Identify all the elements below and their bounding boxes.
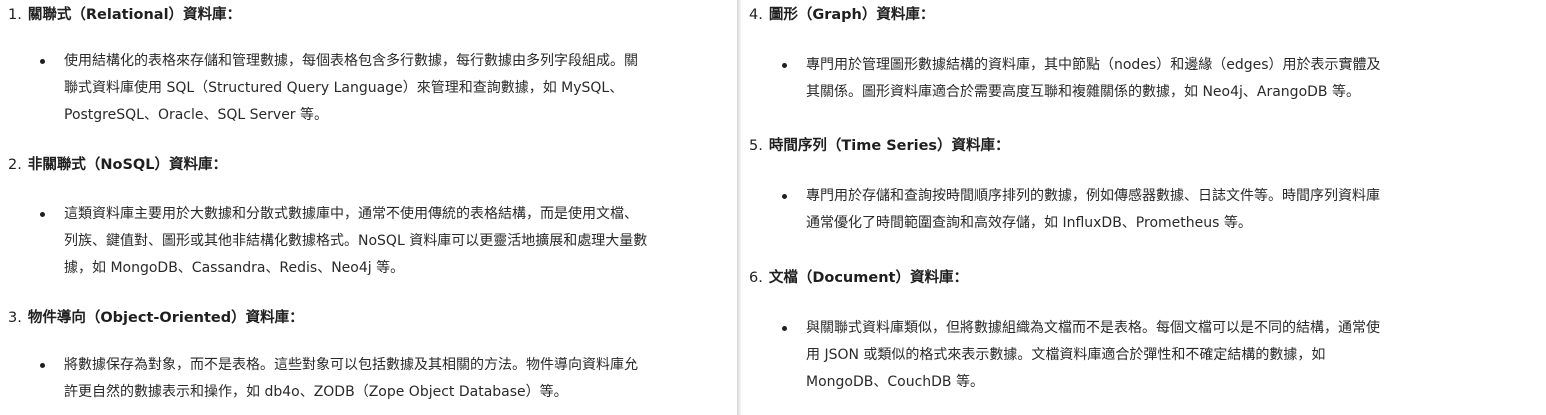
bullet-dot [40, 212, 45, 217]
bullet-line: 專門用於存儲和查詢按時間順序排列的數據，例如傳感器數據、日誌文件等。時間序列資料… [806, 188, 1380, 204]
section-title: 非關聯式（NoSQL）資料庫： [27, 157, 227, 173]
right-panel: 4. 圖形（Graph）資料庫： 專門用於管理圖形數據結構的資料庫，其中節點（no… [741, 0, 1546, 415]
section-title: 圖形（Graph）資料庫： [768, 7, 935, 23]
section-title: 物件導向（Object-Oriented）資料庫： [27, 310, 304, 326]
section-number: 5. [749, 138, 763, 154]
section-heading: 1. 關聯式（Relational）資料庫： [8, 5, 241, 25]
bullet-line: PostgreSQL、Oracle、SQL Server 等。 [64, 107, 329, 123]
section-number: 1. [8, 7, 22, 23]
section-number: 4. [749, 7, 763, 23]
bullet-item: 將數據保存為對象，而不是表格。這些對象可以包括數據及其相關的方法。物件導向資料庫… [40, 352, 638, 406]
bullet-line: 其關係。圖形資料庫適合於需要高度互聯和複雜關係的數據，如 Neo4j、Arang… [806, 84, 1360, 100]
bullet-line: 將數據保存為對象，而不是表格。這些對象可以包括數據及其相關的方法。物件導向資料庫… [64, 357, 638, 373]
bullet-line: 聯式資料庫使用 SQL（Structured Query Language）來管… [64, 80, 624, 96]
bullet-item: 專門用於存儲和查詢按時間順序排列的數據，例如傳感器數據、日誌文件等。時間序列資料… [782, 183, 1380, 237]
bullet-dot [782, 326, 787, 331]
section-number: 3. [8, 310, 22, 326]
bullet-line: 與關聯式資料庫類似，但將數據組織為文檔而不是表格。每個文檔可以是不同的結構，通常… [806, 320, 1380, 336]
bullet-item: 使用結構化的表格來存儲和管理數據，每個表格包含多行數據，每行數據由多列字段組成。… [40, 48, 638, 129]
bullet-line: 專門用於管理圖形數據結構的資料庫，其中節點（nodes）和邊緣（edges）用於… [806, 57, 1381, 73]
section-title: 文檔（Document）資料庫： [768, 270, 968, 286]
bullet-line: 使用結構化的表格來存儲和管理數據，每個表格包含多行數據，每行數據由多列字段組成。… [64, 53, 638, 69]
bullet-line: 通常優化了時間範圍查詢和高效存儲，如 InfluxDB、Prometheus 等… [806, 215, 1252, 231]
section-heading: 4. 圖形（Graph）資料庫： [749, 5, 934, 25]
section-title: 關聯式（Relational）資料庫： [27, 7, 242, 23]
bullet-line: 據，如 MongoDB、Cassandra、Redis、Neo4j 等。 [64, 260, 405, 276]
section-heading: 3. 物件導向（Object-Oriented）資料庫： [8, 308, 304, 328]
bullet-line: 許更自然的數據表示和操作，如 db4o、ZODB（Zope Object Dat… [64, 384, 568, 400]
bullet-dot [40, 59, 45, 64]
bullet-line: 用 JSON 或類似的格式來表示數據。文檔資料庫適合於彈性和不確定結構的數據，如 [806, 347, 1326, 363]
bullet-item: 專門用於管理圖形數據結構的資料庫，其中節點（nodes）和邊緣（edges）用於… [782, 52, 1381, 106]
section-heading: 5. 時間序列（Time Series）資料庫： [749, 136, 1010, 156]
section-number: 2. [8, 157, 22, 173]
section-title: 時間序列（Time Series）資料庫： [768, 138, 1010, 154]
bullet-dot [782, 63, 787, 68]
section-heading: 6. 文檔（Document）資料庫： [749, 268, 968, 288]
bullet-dot [40, 363, 45, 368]
bullet-line: MongoDB、CouchDB 等。 [806, 374, 984, 390]
section-heading: 2. 非關聯式（NoSQL）資料庫： [8, 155, 227, 175]
left-panel: 1. 關聯式（Relational）資料庫： 使用結構化的表格來存儲和管理數據，每… [0, 0, 738, 415]
section-number: 6. [749, 270, 763, 286]
bullet-line: 這類資料庫主要用於大數據和分散式數據庫中，通常不使用傳統的表格結構，而是使用文檔… [64, 206, 638, 222]
bullet-item: 這類資料庫主要用於大數據和分散式數據庫中，通常不使用傳統的表格結構，而是使用文檔… [40, 201, 648, 282]
bullet-item: 與關聯式資料庫類似，但將數據組織為文檔而不是表格。每個文檔可以是不同的結構，通常… [782, 315, 1380, 396]
bullet-line: 列族、鍵值對、圖形或其他非結構化數據格式。NoSQL 資料庫可以更靈活地擴展和處… [64, 233, 648, 249]
bullet-dot [782, 194, 787, 199]
